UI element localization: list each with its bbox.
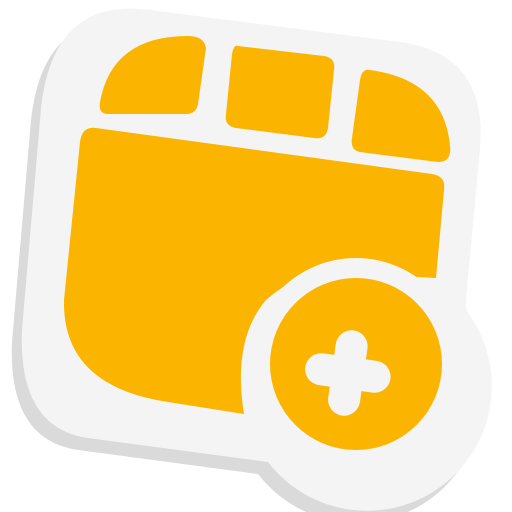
sticker-canvas [0, 0, 512, 512]
add-video-clip-sticker-icon[interactable] [0, 0, 512, 512]
clapper-segment-middle [225, 45, 335, 139]
add-badge[interactable] [250, 258, 462, 470]
